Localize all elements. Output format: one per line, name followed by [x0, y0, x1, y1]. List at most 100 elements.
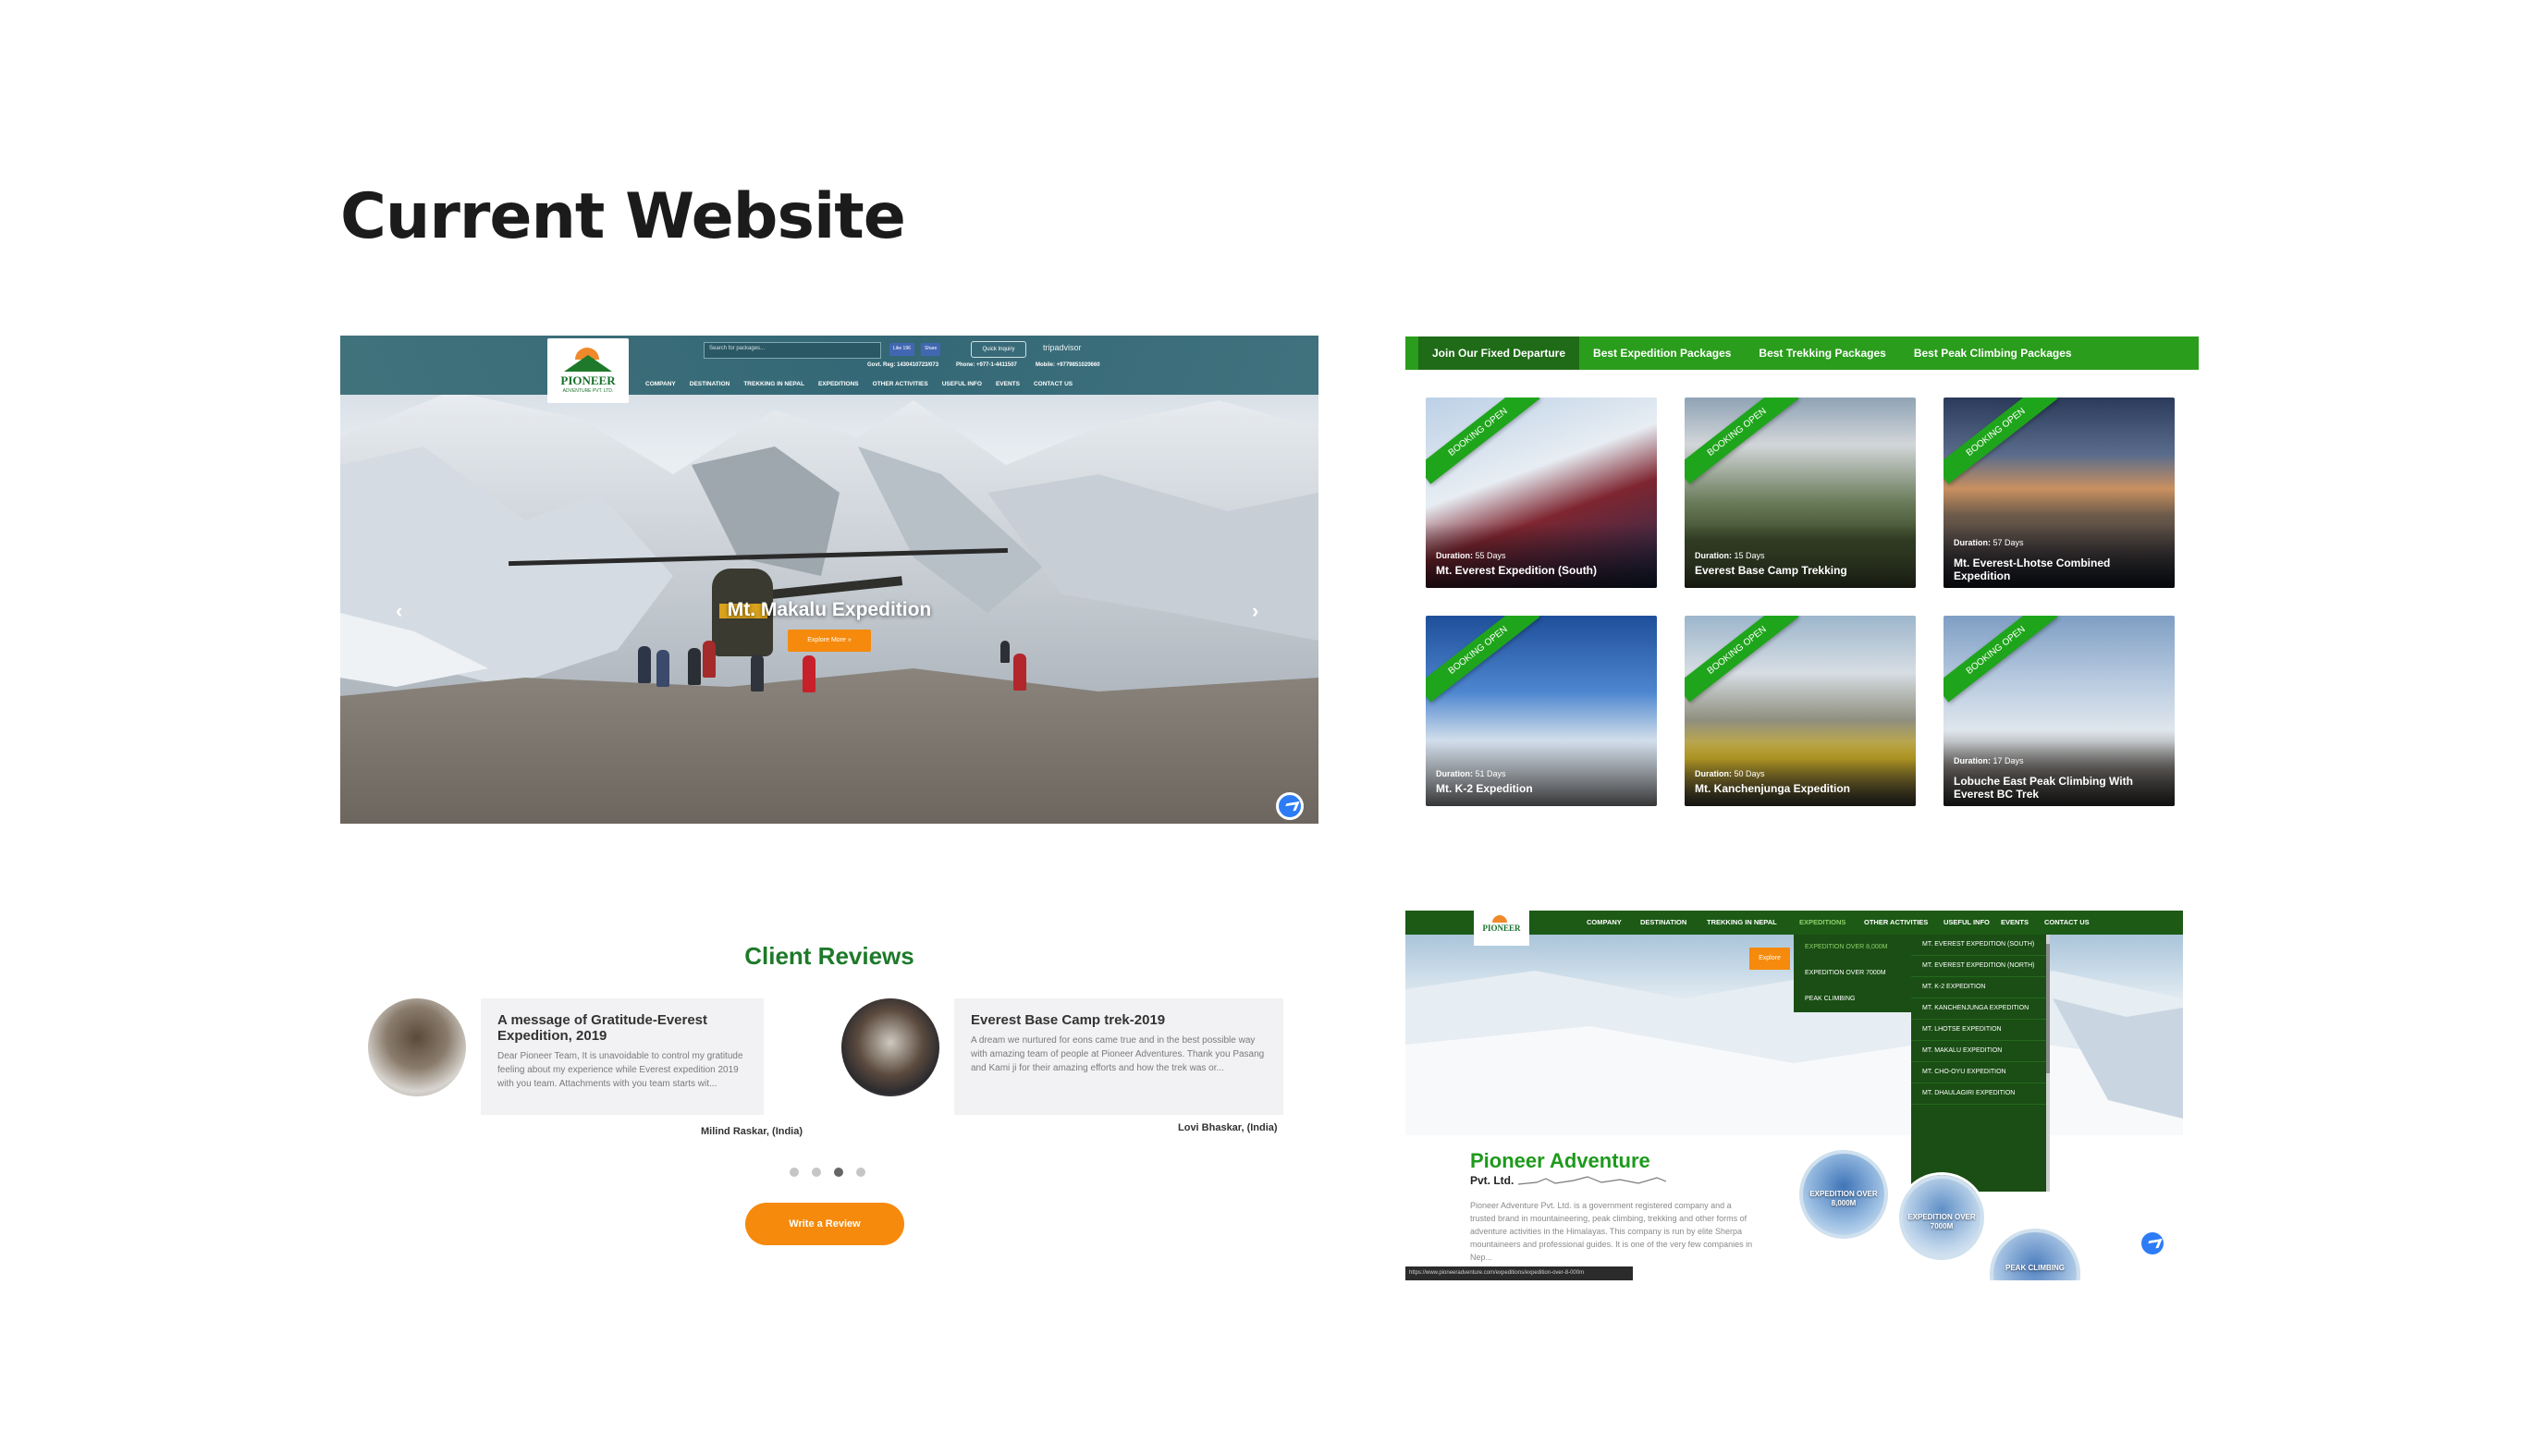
package-card[interactable]: BOOKING OPEN Duration: 57 Days Mt. Evere…: [1944, 398, 2175, 588]
package-name: Mt. Everest-Lhotse Combined Expedition: [1954, 557, 2111, 582]
submenu-item[interactable]: EXPEDITION OVER 8,000M: [1794, 935, 1919, 960]
hero-screenshot: PIONEER ADVENTURE PVT. LTD. Search for p…: [340, 336, 1318, 824]
nav-events[interactable]: EVENTS: [996, 381, 1020, 387]
nav-destination[interactable]: DESTINATION: [1633, 911, 1694, 935]
package-name: Mt. Kanchenjunga Expedition: [1695, 782, 1851, 795]
search-input[interactable]: Search for packages...: [704, 342, 881, 359]
submenu-item[interactable]: MT. CHO-OYU EXPEDITION: [1911, 1062, 2050, 1083]
main-nav: COMPANY DESTINATION TREKKING IN NEPAL EX…: [645, 381, 1073, 387]
logo-sun-icon: [1492, 915, 1507, 923]
nav-useful-info[interactable]: USEFUL INFO: [942, 381, 982, 387]
submenu-item[interactable]: MT. MAKALU EXPEDITION: [1911, 1041, 2050, 1062]
category-circle[interactable]: EXPEDITION OVER 8,000M: [1799, 1150, 1888, 1239]
submenu-item[interactable]: MT. DHAULAGIRI EXPEDITION: [1911, 1083, 2050, 1105]
package-duration: Duration: 55 Days: [1436, 551, 1506, 560]
company-title: Pioneer Adventure: [1470, 1149, 1650, 1172]
mountain-backdrop: [340, 391, 1318, 824]
company-subtitle: Pvt. Ltd.: [1470, 1174, 1514, 1187]
package-tabs: Join Our Fixed Departure Best Expedition…: [1405, 336, 2199, 370]
reviews-title: Client Reviews: [744, 942, 914, 970]
nav-company[interactable]: COMPANY: [1579, 911, 1629, 935]
logo-mountain-icon: [564, 355, 612, 372]
review-card: Everest Base Camp trek-2019 A dream we n…: [954, 998, 1283, 1115]
submenu-item[interactable]: MT. EVEREST EXPEDITION (SOUTH): [1911, 935, 2050, 956]
nav-destination[interactable]: DESTINATION: [690, 381, 730, 387]
submenu-item[interactable]: MT. EVEREST EXPEDITION (NORTH): [1911, 956, 2050, 977]
climber: [703, 641, 716, 678]
tab-peak-climbing-packages[interactable]: Best Peak Climbing Packages: [1900, 336, 2086, 370]
climber: [656, 650, 669, 687]
logo-text: PIONEER: [1482, 924, 1521, 933]
carousel-dot-active[interactable]: [834, 1168, 843, 1177]
page-heading: Current Website: [340, 180, 906, 253]
nav-other-activities[interactable]: OTHER ACTIVITIES: [1857, 911, 1935, 935]
explore-button[interactable]: Explore: [1749, 948, 1790, 970]
category-circle[interactable]: PEAK CLIMBING: [1990, 1229, 2080, 1280]
submenu-scrollbar[interactable]: [2046, 935, 2050, 1192]
tab-fixed-departure[interactable]: Join Our Fixed Departure: [1418, 336, 1580, 370]
site-logo[interactable]: PIONEER: [1474, 911, 1529, 946]
messenger-icon[interactable]: [2139, 1230, 2166, 1257]
messenger-icon[interactable]: [1276, 792, 1304, 820]
climber: [638, 646, 651, 683]
package-duration: Duration: 50 Days: [1695, 769, 1765, 778]
nav-useful-info[interactable]: USEFUL INFO: [1936, 911, 1997, 935]
climber: [1013, 654, 1026, 691]
slide-title: Mt. Makalu Expedition: [727, 599, 932, 620]
nav-events[interactable]: EVENTS: [1993, 911, 2036, 935]
expedition-list-submenu: MT. EVEREST EXPEDITION (SOUTH) MT. EVERE…: [1911, 935, 2050, 1192]
nav-trekking[interactable]: TREKKING IN NEPAL: [1699, 911, 1784, 935]
package-name: Everest Base Camp Trekking: [1695, 564, 1847, 577]
nav-other-activities[interactable]: OTHER ACTIVITIES: [873, 381, 928, 387]
nav-contact[interactable]: CONTACT US: [2037, 911, 2097, 935]
carousel-dot[interactable]: [812, 1168, 821, 1177]
nav-trekking[interactable]: TREKKING IN NEPAL: [743, 381, 804, 387]
company-description: Pioneer Adventure Pvt. Ltd. is a governm…: [1470, 1201, 1753, 1262]
tripadvisor-link[interactable]: tripadvisor: [1043, 343, 1082, 352]
facebook-like-button[interactable]: Like 196: [889, 343, 914, 356]
review-body: A dream we nurtured for eons came true a…: [971, 1035, 1265, 1073]
scrollbar-thumb[interactable]: [2046, 944, 2050, 1073]
package-card[interactable]: BOOKING OPEN Duration: 51 Days Mt. K-2 E…: [1426, 616, 1657, 806]
submenu-item[interactable]: MT. KANCHENJUNGA EXPEDITION: [1911, 998, 2050, 1020]
nav-expeditions[interactable]: EXPEDITIONS: [1792, 911, 1854, 935]
package-name: Mt. K-2 Expedition: [1436, 782, 1533, 795]
submenu-item[interactable]: MT. K-2 EXPEDITION: [1911, 977, 2050, 998]
nav-company[interactable]: COMPANY: [645, 381, 676, 387]
tab-trekking-packages[interactable]: Best Trekking Packages: [1745, 336, 1899, 370]
govt-reg-text: Govt. Reg: 1430410723/073: [867, 362, 939, 368]
package-card[interactable]: BOOKING OPEN Duration: 50 Days Mt. Kanch…: [1685, 616, 1916, 806]
review-author: Milind Raskar, (India): [701, 1126, 803, 1137]
logo-text: PIONEER: [560, 373, 616, 387]
logo-subtext: ADVENTURE PVT. LTD.: [562, 388, 614, 394]
site-logo[interactable]: PIONEER ADVENTURE PVT. LTD.: [547, 338, 629, 403]
review-title: A message of Gratitude-Everest Expeditio…: [497, 1012, 708, 1044]
review-author: Lovi Bhaskar, (India): [1178, 1122, 1278, 1133]
package-name: Lobuche East Peak Climbing With Everest …: [1954, 775, 2133, 801]
category-circle[interactable]: EXPEDITION OVER 7000M: [1899, 1175, 1984, 1260]
review-body: Dear Pioneer Team, It is unavoidable to …: [497, 1051, 743, 1089]
nav-contact[interactable]: CONTACT US: [1034, 381, 1073, 387]
package-duration: Duration: 51 Days: [1436, 769, 1506, 778]
nav-expeditions[interactable]: EXPEDITIONS: [818, 381, 859, 387]
submenu-item[interactable]: MT. LHOTSE EXPEDITION: [1911, 1020, 2050, 1041]
submenu-item[interactable]: EXPEDITION OVER 7000M: [1794, 960, 1919, 986]
quick-inquiry-button[interactable]: Quick Inquiry: [971, 341, 1026, 358]
status-url-bar: https://www.pioneeradventure.com/expedit…: [1405, 1266, 1633, 1280]
facebook-share-button[interactable]: Share: [921, 343, 941, 356]
submenu-item[interactable]: PEAK CLIMBING: [1794, 986, 1919, 1012]
package-duration: Duration: 57 Days: [1954, 538, 2024, 547]
climber: [751, 655, 764, 691]
explore-more-button[interactable]: Explore More »: [788, 630, 871, 652]
package-name: Mt. Everest Expedition (South): [1436, 564, 1598, 577]
package-card[interactable]: BOOKING OPEN Duration: 55 Days Mt. Evere…: [1426, 398, 1657, 588]
package-card[interactable]: BOOKING OPEN Duration: 15 Days Everest B…: [1685, 398, 1916, 588]
review-card: A message of Gratitude-Everest Expeditio…: [481, 998, 764, 1115]
review-title: Everest Base Camp trek-2019: [971, 1012, 1166, 1028]
carousel-dot[interactable]: [856, 1168, 865, 1177]
package-card[interactable]: BOOKING OPEN Duration: 17 Days Lobuche E…: [1944, 616, 2175, 806]
expeditions-submenu: EXPEDITION OVER 8,000M EXPEDITION OVER 7…: [1794, 935, 1919, 1012]
carousel-dot[interactable]: [790, 1168, 799, 1177]
tab-expedition-packages[interactable]: Best Expedition Packages: [1579, 336, 1745, 370]
write-review-button[interactable]: Write a Review: [745, 1203, 904, 1245]
